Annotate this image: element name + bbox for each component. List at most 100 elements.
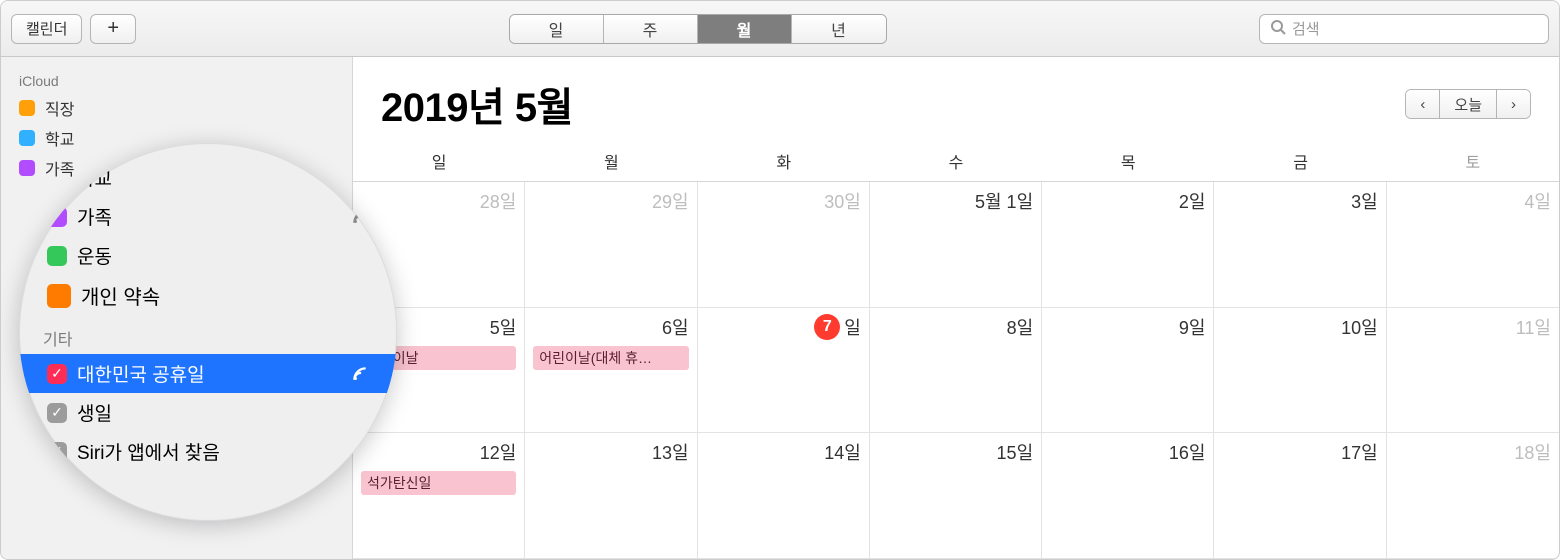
calendar-day-cell[interactable]: 4일	[1387, 182, 1559, 307]
calendar-color-chip	[47, 168, 67, 188]
sidebar-item-label: 학교	[77, 164, 112, 191]
toolbar: 캘린더 + 일 주 월 년 검색	[1, 1, 1559, 57]
calendar-day-cell[interactable]: 8일	[870, 308, 1042, 433]
sidebar-item-label: Siri가 앱에서 찾음	[77, 438, 220, 465]
calendar-day-cell[interactable]: 13일	[525, 433, 697, 558]
day-number: 17일	[1222, 439, 1377, 465]
view-segmented-control[interactable]: 일 주 월 년	[509, 14, 887, 44]
sidebar-item-birthdays[interactable]: ✓ 생일	[19, 393, 397, 432]
calendar-event[interactable]: 어린이날(대체 휴…	[533, 346, 688, 370]
calendar-day-cell[interactable]: 11일	[1387, 308, 1559, 433]
calendar-day-cell[interactable]: 14일	[698, 433, 870, 558]
calendar-window: 캘린더 + 일 주 월 년 검색 iCloud 직장학교가족 2019년 5월	[0, 0, 1560, 560]
calendar-color-chip	[47, 284, 71, 308]
dow-label: 월	[525, 141, 697, 181]
day-number: 8일	[878, 314, 1033, 340]
calendars-button[interactable]: 캘린더	[11, 14, 82, 44]
calendar-week-row: 28일29일30일5월 1일2일3일4일	[353, 182, 1559, 308]
day-number: 16일	[1050, 439, 1205, 465]
sidebar-item-sports[interactable]: 운동	[19, 236, 397, 275]
calendar-day-cell[interactable]: 10일	[1214, 308, 1386, 433]
calendar-day-cell[interactable]: 3일	[1214, 182, 1386, 307]
sidebar-item-label: 직장	[77, 143, 112, 152]
day-number: 14일	[706, 439, 861, 465]
sidebar-item-work[interactable]: 직장	[19, 143, 397, 158]
add-event-button[interactable]: +	[90, 14, 136, 44]
calendar-day-cell[interactable]: 5월 1일	[870, 182, 1042, 307]
calendar-event[interactable]: 석가탄신일	[361, 471, 516, 495]
calendar-day-cell[interactable]: 30일	[698, 182, 870, 307]
month-nav[interactable]: ‹ 오늘 ›	[1405, 89, 1531, 119]
day-number: 10일	[1222, 314, 1377, 340]
sidebar-item-school[interactable]: 학교	[19, 158, 397, 197]
sidebar-item-family[interactable]: 가족	[19, 197, 397, 236]
dow-label: 금	[1214, 141, 1386, 181]
calendar-day-cell[interactable]: 7일	[698, 308, 870, 433]
calendar-day-cell[interactable]: 9일	[1042, 308, 1214, 433]
day-number: 6일	[533, 314, 688, 340]
search-icon	[1270, 19, 1286, 39]
day-number: 3일	[1222, 188, 1377, 214]
calendar-day-cell[interactable]: 6일어린이날(대체 휴…	[525, 308, 697, 433]
search-field[interactable]: 검색	[1259, 14, 1549, 44]
dow-label: 목	[1042, 141, 1214, 181]
dow-label: 토	[1387, 141, 1559, 181]
sidebar-item-label: 생일	[77, 399, 112, 426]
sidebar-item-kr-holidays[interactable]: ✓ 대한민국 공휴일	[19, 354, 397, 393]
day-number: 29일	[533, 188, 688, 214]
sidebar-item-label: 직장	[45, 96, 74, 120]
calendar-day-cell[interactable]: 16일	[1042, 433, 1214, 558]
calendar-color-chip	[47, 246, 67, 266]
checkbox-checked-icon[interactable]: ✓	[47, 364, 67, 384]
today-button[interactable]: 오늘	[1440, 90, 1497, 118]
subscription-icon	[351, 208, 369, 226]
search-placeholder: 검색	[1292, 18, 1320, 39]
sidebar-section-other: 기타	[19, 316, 397, 354]
calendar-day-cell[interactable]: 29일	[525, 182, 697, 307]
calendar-color-chip	[47, 143, 67, 149]
calendar-color-chip	[47, 207, 67, 227]
view-day[interactable]: 일	[510, 15, 604, 43]
calendar-day-cell[interactable]: 17일	[1214, 433, 1386, 558]
sidebar-section-icloud: iCloud	[1, 69, 352, 93]
sidebar-item-label: 개인 약속	[81, 281, 160, 310]
subscription-icon	[351, 365, 369, 383]
day-number: 9일	[1050, 314, 1205, 340]
day-of-week-header: 일월화수목금토	[353, 141, 1559, 182]
sidebar-item-label: 가족	[77, 203, 112, 230]
sidebar-item-personal[interactable]: 개인 약속	[19, 275, 397, 316]
calendar-day-cell[interactable]: 18일	[1387, 433, 1559, 558]
sidebar-magnified-lens: 직장 학교 가족 운동	[19, 143, 397, 521]
today-indicator: 7	[814, 314, 840, 340]
sidebar-item-siri-found[interactable]: ✓ Siri가 앱에서 찾음	[19, 432, 397, 471]
calendar-grid[interactable]: 28일29일30일5월 1일2일3일4일5일어린이날6일어린이날(대체 휴…7일…	[353, 182, 1559, 559]
day-number: 11일	[1395, 314, 1551, 340]
day-number: 15일	[878, 439, 1033, 465]
month-title: 2019년 5월	[381, 75, 573, 133]
day-number: 18일	[1395, 439, 1551, 465]
checkbox-checked-icon[interactable]: ✓	[47, 442, 67, 462]
calendar-color-chip	[19, 100, 35, 116]
calendar-main: 2019년 5월 ‹ 오늘 › 일월화수목금토 28일29일30일5월 1일2일…	[353, 57, 1559, 559]
calendar-day-cell[interactable]: 15일	[870, 433, 1042, 558]
calendar-week-row: 5일어린이날6일어린이날(대체 휴…7일8일9일10일11일	[353, 308, 1559, 434]
day-number: 7일	[706, 314, 861, 340]
prev-month-button[interactable]: ‹	[1406, 90, 1440, 118]
sidebar-item[interactable]: 직장	[1, 93, 352, 123]
day-number: 4일	[1395, 188, 1551, 214]
calendar-day-cell[interactable]: 2일	[1042, 182, 1214, 307]
next-month-button[interactable]: ›	[1497, 90, 1530, 118]
day-number: 2일	[1050, 188, 1205, 214]
calendar-week-row: 12일석가탄신일13일14일15일16일17일18일	[353, 433, 1559, 559]
day-number: 13일	[533, 439, 688, 465]
day-number: 30일	[706, 188, 861, 214]
checkbox-checked-icon[interactable]: ✓	[47, 403, 67, 423]
dow-label: 수	[870, 141, 1042, 181]
day-number: 5월 1일	[878, 188, 1033, 214]
sidebar-item-label: 대한민국 공휴일	[77, 360, 205, 387]
sidebar-item-label: 운동	[77, 242, 112, 269]
dow-label: 화	[698, 141, 870, 181]
view-year[interactable]: 년	[792, 15, 886, 43]
view-week[interactable]: 주	[604, 15, 698, 43]
view-month[interactable]: 월	[698, 15, 792, 43]
